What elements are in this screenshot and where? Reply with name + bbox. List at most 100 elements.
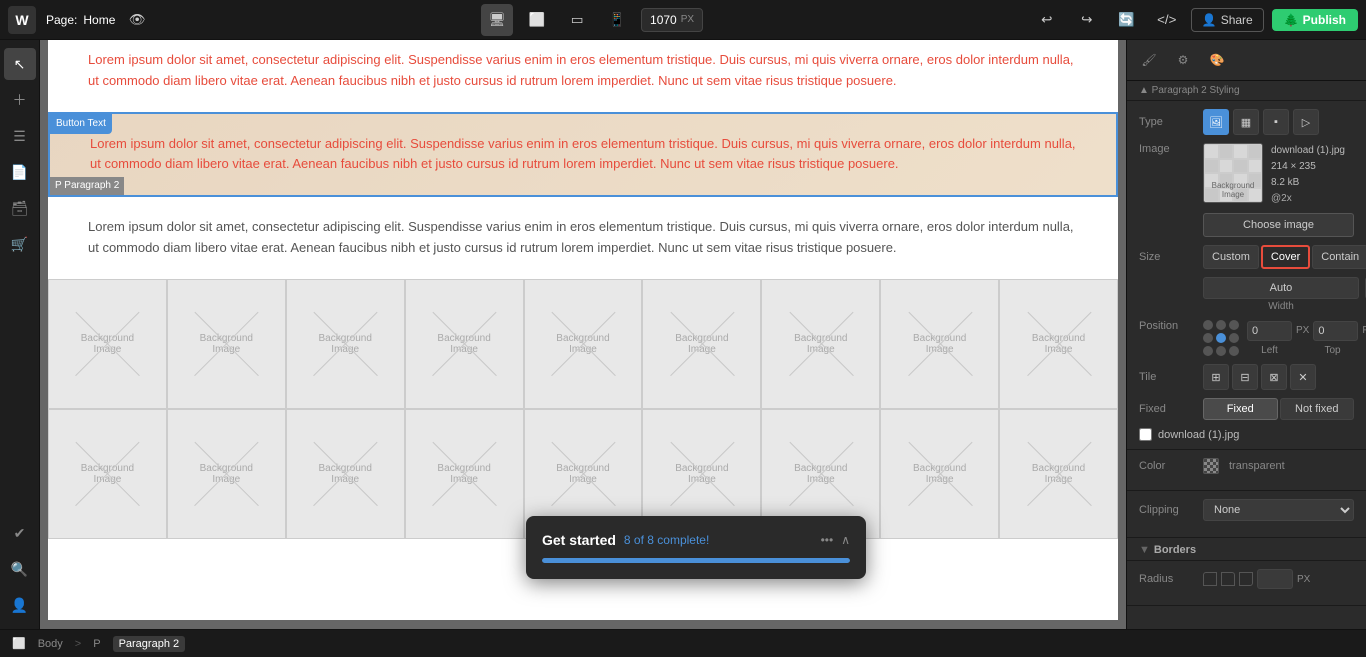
pos-tr[interactable] [1229, 320, 1239, 330]
color-swatch[interactable] [1203, 458, 1219, 474]
image-thumbnail: BackgroundImage [1203, 143, 1263, 203]
code-btn[interactable]: </> [1151, 4, 1183, 36]
left-icon-cursor[interactable]: ↖ [4, 48, 36, 80]
type-video-btn[interactable]: ▷ [1293, 109, 1319, 135]
image-preview-area: BackgroundImage download (1).jpg 214 × 2… [1203, 143, 1354, 207]
pos-mr[interactable] [1229, 333, 1239, 343]
tile-label: Tile [1139, 371, 1197, 383]
left-icon-add[interactable]: ＋ [4, 84, 36, 116]
thumb-cell [1233, 159, 1248, 174]
bg-cell: BackgroundImage [524, 279, 643, 409]
thumb-cell [1248, 159, 1263, 174]
filename-checkbox[interactable] [1139, 428, 1152, 441]
notif-more-icon[interactable]: ••• [821, 533, 834, 547]
tile-v-btn[interactable]: ⊠ [1261, 364, 1287, 390]
position-label: Position [1139, 320, 1197, 332]
text-section-selected[interactable]: Button Text P Paragraph 2 Lorem ipsum do… [48, 112, 1118, 198]
size-btn-group: Custom Cover Contain [1203, 245, 1366, 269]
thumb-cell [1219, 144, 1234, 159]
cover-btn[interactable]: Cover [1261, 245, 1310, 269]
left-icon-layers[interactable]: ☰ [4, 120, 36, 152]
position-grid[interactable] [1203, 320, 1239, 356]
pos-bl[interactable] [1203, 346, 1213, 356]
notification-progress-text: 8 of 8 complete! [624, 533, 709, 547]
thumb-cell [1219, 159, 1234, 174]
eye-icon-btn[interactable]: 👁 [121, 4, 153, 36]
pos-tl[interactable] [1203, 320, 1213, 330]
bottombar: ⬜ Body > P Paragraph 2 [0, 629, 1366, 657]
paint-brush-icon[interactable]: 🖌 [1135, 46, 1163, 74]
left-icon-apps[interactable]: ✔ [4, 517, 36, 549]
custom-btn[interactable]: Custom [1203, 245, 1259, 269]
paint-bucket-icon[interactable]: 🎨 [1203, 46, 1231, 74]
fixed-label: Fixed [1139, 403, 1197, 415]
progress-fill [542, 558, 850, 563]
left-sublabel: Left [1247, 345, 1292, 356]
radius-row-section: Radius PX [1127, 561, 1366, 606]
publish-button[interactable]: 🌲 Publish [1272, 9, 1358, 31]
breadcrumb-body[interactable]: Body [32, 636, 69, 652]
radius-input[interactable] [1257, 569, 1293, 589]
bg-cell: BackgroundImage [880, 279, 999, 409]
left-input-row: PX PX [1247, 321, 1366, 341]
left-icon-account[interactable]: 👤 [4, 589, 36, 621]
paragraph-style-label: ▲ Paragraph 2 Styling [1127, 81, 1366, 101]
notif-collapse-icon[interactable]: ∧ [841, 533, 850, 547]
page-name[interactable]: Home [83, 13, 115, 27]
desktop-view-btn[interactable]: 🖥 [481, 4, 513, 36]
pos-tc[interactable] [1216, 320, 1226, 330]
pos-bc[interactable] [1216, 346, 1226, 356]
canvas-area[interactable]: Lorem ipsum dolor sit amet, consectetur … [40, 40, 1126, 629]
type-gradient-btn[interactable]: ▦ [1233, 109, 1259, 135]
image-retina: @2x [1271, 191, 1345, 207]
type-image-btn[interactable]: 🖼 [1203, 109, 1229, 135]
left-icon-cms[interactable]: 🗃 [4, 192, 36, 224]
redo-btn[interactable]: ↪ [1071, 4, 1103, 36]
clipping-select[interactable]: None [1203, 499, 1354, 521]
left-icon-ecommerce[interactable]: 🛒 [4, 228, 36, 260]
left-icon-search[interactable]: 🔍 [4, 553, 36, 585]
tile-row: Tile ⊞ ⊟ ⊠ ✕ [1139, 364, 1354, 390]
radius-label: Radius [1139, 573, 1197, 585]
panel-toolbar: 🖌 ⚙ 🎨 [1127, 40, 1366, 81]
refresh-btn[interactable]: 🔄 [1111, 4, 1143, 36]
top-sublabel: Top [1310, 345, 1355, 356]
position-inputs: PX PX Left Top [1247, 321, 1366, 356]
pos-ml[interactable] [1203, 333, 1213, 343]
not-fixed-btn[interactable]: Not fixed [1280, 398, 1355, 420]
share-button[interactable]: 👤 Share [1191, 8, 1264, 32]
tablet-portrait-btn[interactable]: ▭ [561, 4, 593, 36]
tablet-landscape-btn[interactable]: ⬜ [521, 4, 553, 36]
pos-br[interactable] [1229, 346, 1239, 356]
bg-cell: BackgroundImage [167, 409, 286, 539]
mobile-btn[interactable]: 📱 [601, 4, 633, 36]
pos-mc[interactable] [1216, 333, 1226, 343]
position-controls: PX PX Left Top [1203, 320, 1366, 356]
fixed-row: Fixed Fixed Not fixed [1139, 398, 1354, 420]
settings-icon[interactable]: ⚙ [1169, 46, 1197, 74]
right-panel: 🖌 ⚙ 🎨 ▲ Paragraph 2 Styling Type 🖼 ▦ ▪ ▷… [1126, 40, 1366, 629]
breadcrumb-paragraph2[interactable]: Paragraph 2 [113, 636, 186, 652]
width-input[interactable] [1203, 277, 1359, 299]
contain-btn[interactable]: Contain [1312, 245, 1366, 269]
left-sidebar: ↖ ＋ ☰ 📄 🗃 🛒 ✔ 🔍 👤 [0, 40, 40, 629]
notification-popup: Get started 8 of 8 complete! ••• ∧ [526, 516, 866, 579]
choose-image-button[interactable]: Choose image [1203, 213, 1354, 237]
page-label: Page: [46, 13, 77, 27]
left-input[interactable] [1247, 321, 1292, 341]
tile-all-btn[interactable]: ⊞ [1203, 364, 1229, 390]
undo-btn[interactable]: ↩ [1031, 4, 1063, 36]
tile-h-btn[interactable]: ⊟ [1232, 364, 1258, 390]
tile-none-btn[interactable]: ✕ [1290, 364, 1316, 390]
image-details: BackgroundImage download (1).jpg 214 × 2… [1203, 143, 1354, 237]
type-row: Type 🖼 ▦ ▪ ▷ [1139, 109, 1354, 135]
top-input[interactable] [1313, 321, 1358, 341]
color-value: transparent [1229, 460, 1285, 472]
radius-px-unit: PX [1297, 574, 1310, 585]
px-display: 1070 PX [641, 8, 703, 32]
left-icon-pages[interactable]: 📄 [4, 156, 36, 188]
px-value: 1070 [650, 13, 677, 27]
share-icon: 👤 [1202, 13, 1217, 27]
fixed-btn[interactable]: Fixed [1203, 398, 1278, 420]
type-color-btn[interactable]: ▪ [1263, 109, 1289, 135]
